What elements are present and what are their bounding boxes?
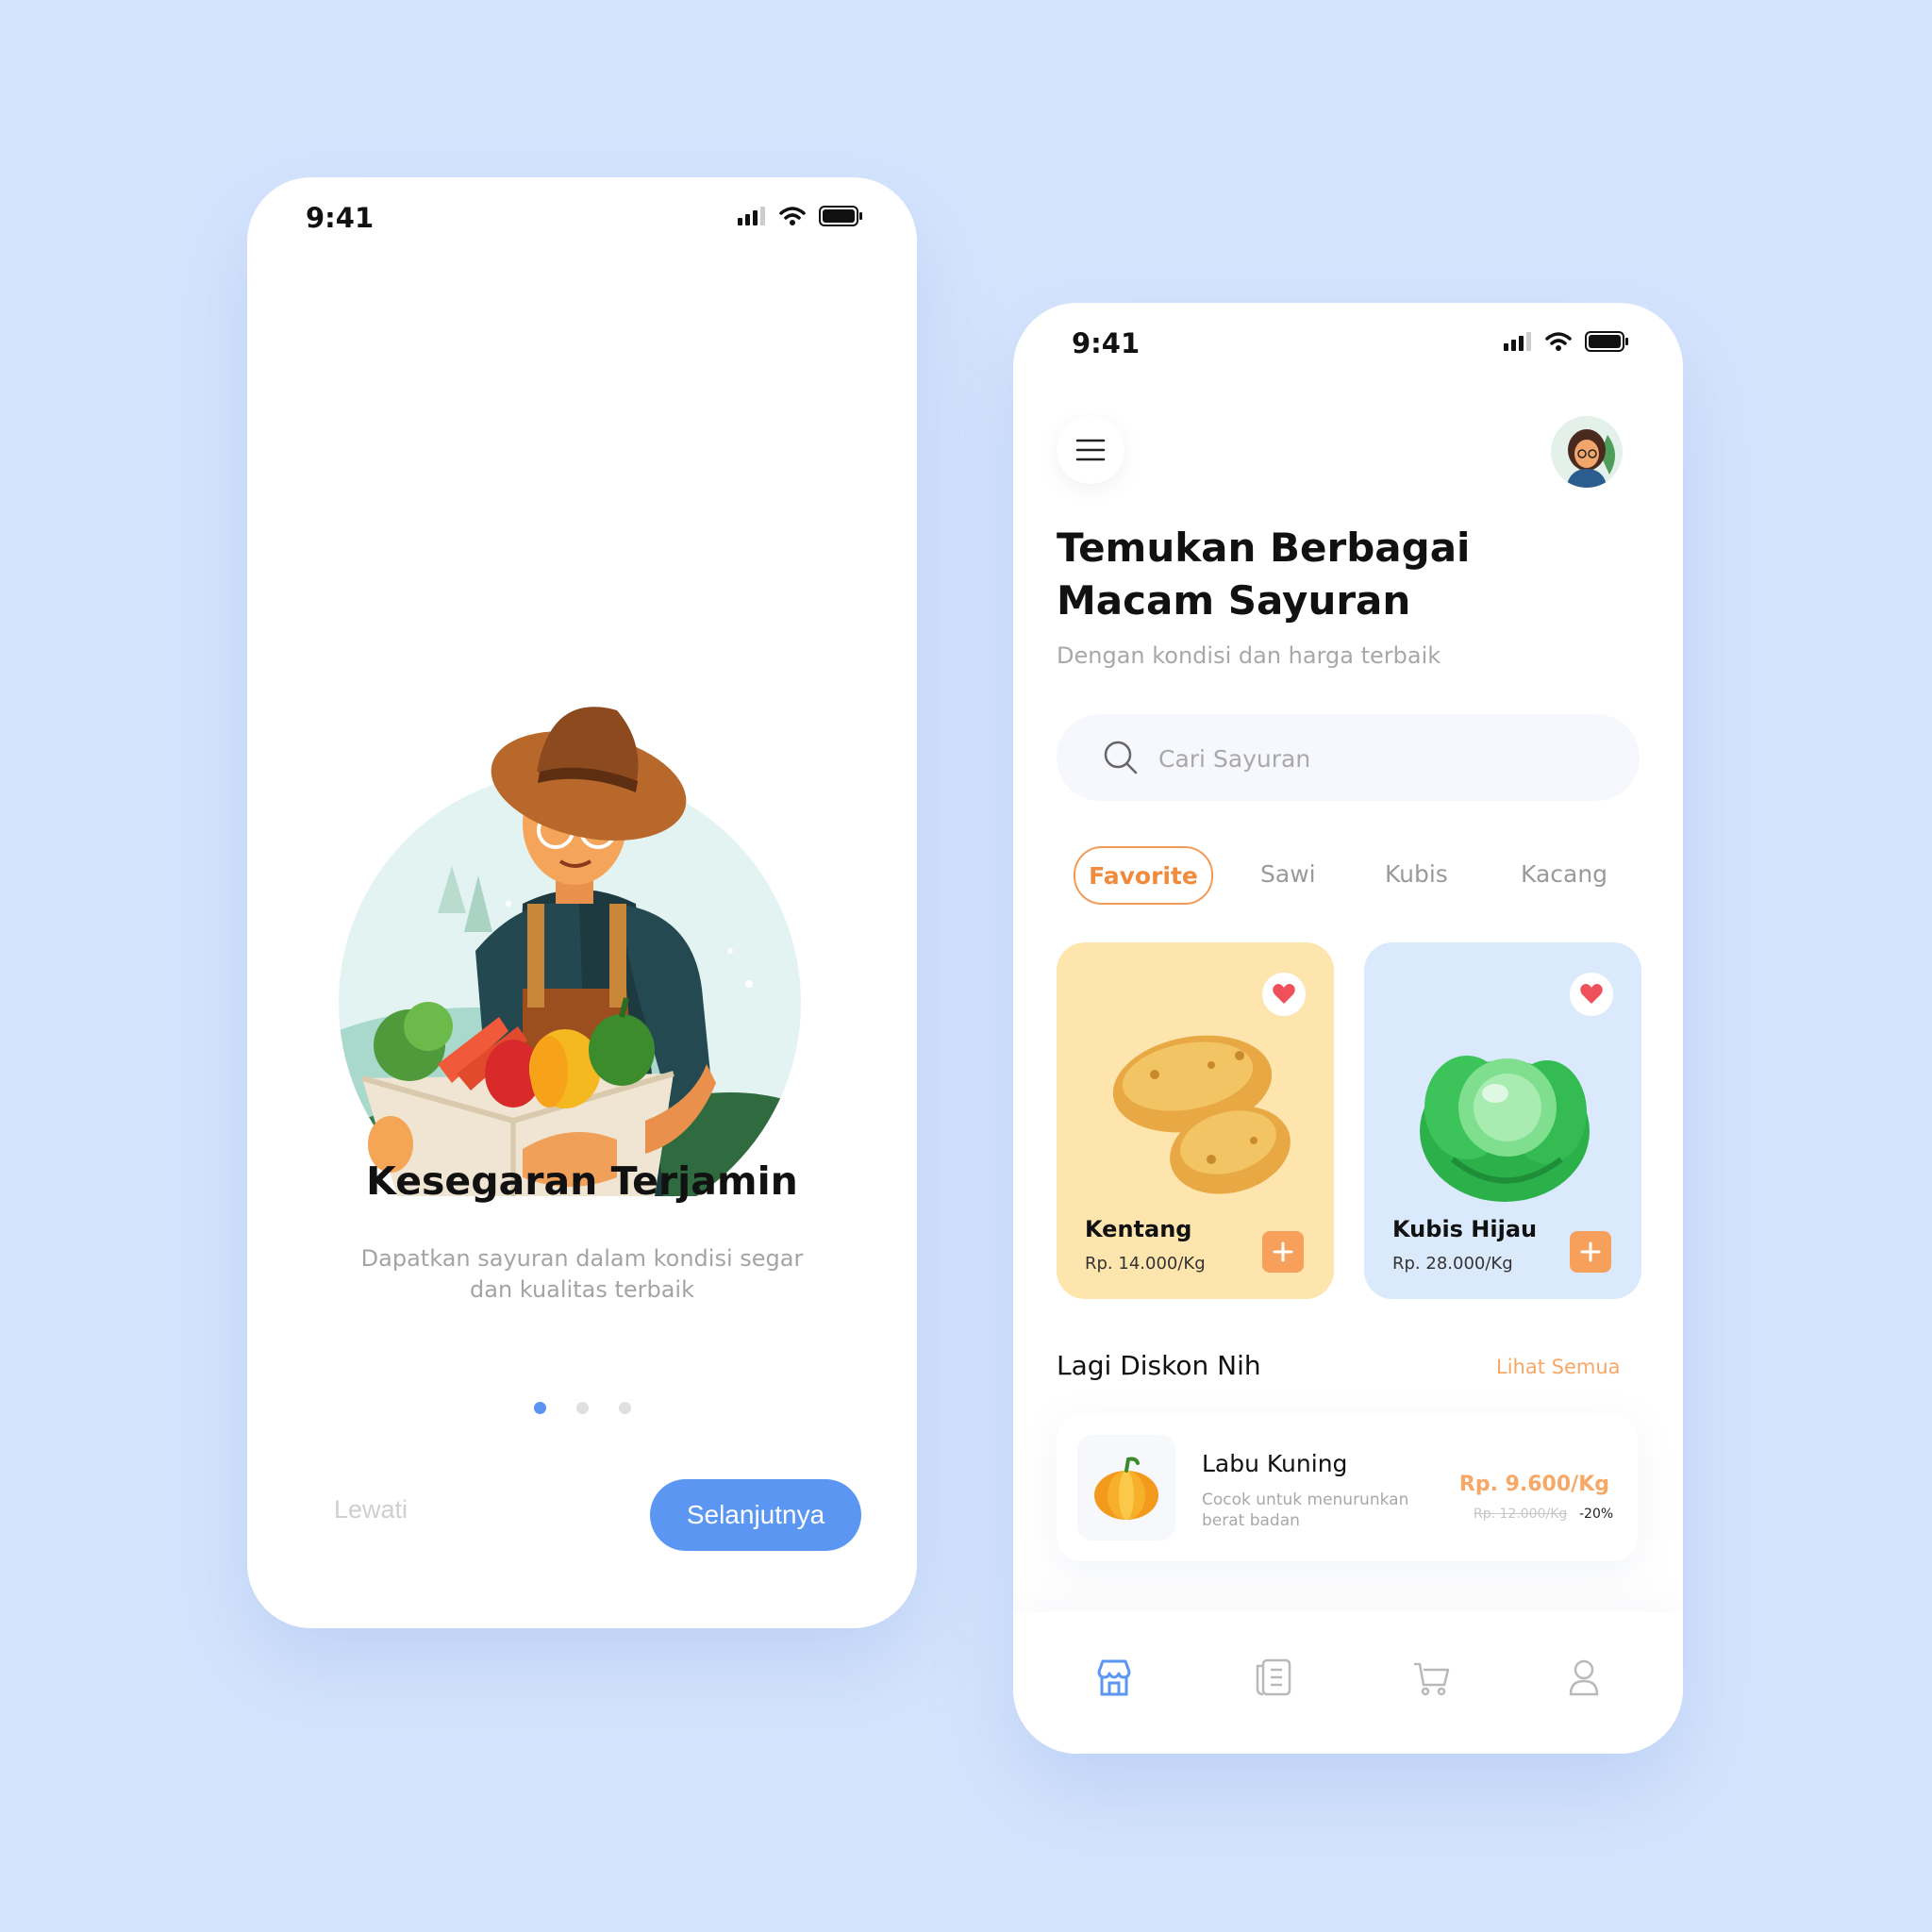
nav-cart[interactable] [1407, 1654, 1455, 1701]
wifi-icon [1545, 332, 1572, 351]
nav-profile[interactable] [1560, 1654, 1607, 1701]
discount-price: Rp. 9.600/Kg [1458, 1473, 1609, 1496]
onboarding-title: Kesegaran Terjamin [366, 1158, 798, 1204]
cabbage-image [1420, 1056, 1590, 1202]
status-time: 9:41 [306, 202, 375, 234]
original-price: Rp. 12.000/Kg [1474, 1507, 1568, 1522]
add-to-cart-button[interactable] [1262, 1231, 1304, 1273]
nav-orders[interactable] [1251, 1654, 1298, 1701]
skip-button[interactable]: Lewati [328, 1494, 413, 1525]
farmer-illustration [339, 707, 801, 1196]
discount-item-description: Cocok untuk menurunkan berat badan [1202, 1491, 1409, 1530]
onboarding-description: Dapatkan sayuran dalam kondisi segar dan… [360, 1245, 804, 1303]
status-bar: 9:41 [247, 177, 917, 262]
page-subtitle: Dengan kondisi dan harga terbaik [1057, 642, 1441, 669]
discount-item[interactable]: Labu Kuning Cocok untuk menurunkan berat… [1057, 1414, 1638, 1561]
cart-icon [1414, 1662, 1450, 1696]
product-card-kentang[interactable]: Kentang Rp. 14.000/Kg [1057, 942, 1334, 1299]
battery-icon [819, 206, 862, 226]
search-bar[interactable] [1057, 714, 1640, 801]
status-time: 9:41 [1072, 327, 1141, 359]
status-icons [1504, 331, 1628, 352]
hamburger-icon [1075, 439, 1106, 461]
plus-icon [1273, 1241, 1293, 1262]
search-input[interactable] [1157, 737, 1613, 780]
store-icon [1097, 1659, 1131, 1696]
status-bar: 9:41 [1013, 303, 1683, 388]
plus-icon [1580, 1241, 1601, 1262]
product-card-kubis-hijau[interactable]: Kubis Hijau Rp. 28.000/Kg [1364, 942, 1641, 1299]
tab-kubis[interactable]: Kubis [1385, 846, 1448, 901]
product-name: Kubis Hijau [1392, 1216, 1538, 1242]
tab-favorite[interactable]: Favorite [1074, 846, 1213, 905]
tab-sawi[interactable]: Sawi [1260, 846, 1316, 901]
see-all-link[interactable]: Lihat Semua [1496, 1356, 1621, 1378]
onboarding-screen: 9:41 Kesegaran Terjamin Dapatkan sayuran… [247, 177, 917, 1628]
product-price: Rp. 28.000/Kg [1392, 1254, 1513, 1274]
heart-icon [1273, 984, 1295, 1004]
add-to-cart-button[interactable] [1570, 1231, 1611, 1273]
nav-store[interactable] [1091, 1654, 1138, 1701]
signal-icon [1504, 332, 1531, 351]
bottom-navigation [1013, 1612, 1683, 1754]
signal-icon [738, 207, 765, 225]
page-dot-1[interactable] [533, 1402, 546, 1414]
product-name: Kentang [1085, 1216, 1192, 1242]
discount-section-title: Lagi Diskon Nih [1057, 1350, 1261, 1381]
home-screen: 9:41 Temukan Berbagai Macam Sayuran Deng… [1013, 303, 1683, 1754]
discount-item-name: Labu Kuning [1202, 1450, 1348, 1477]
product-price: Rp. 14.000/Kg [1085, 1254, 1206, 1274]
next-button[interactable]: Selanjutnya [650, 1479, 861, 1551]
page-dot-2[interactable] [575, 1402, 589, 1414]
potato-image [1112, 1035, 1291, 1194]
page-dot-3[interactable] [618, 1402, 631, 1414]
receipt-icon [1256, 1658, 1291, 1696]
page-indicator [247, 1402, 917, 1414]
battery-icon [1585, 331, 1628, 352]
pumpkin-image [1094, 1457, 1158, 1520]
page-title: Temukan Berbagai Macam Sayuran [1057, 525, 1471, 624]
favorite-button[interactable] [1570, 973, 1613, 1016]
category-tabs: Favorite Sawi Kubis Kacang [1074, 846, 1658, 905]
search-icon [1104, 741, 1138, 774]
pumpkin-thumbnail [1077, 1435, 1175, 1541]
menu-button[interactable] [1057, 416, 1124, 484]
discount-percentage: -20% [1579, 1507, 1614, 1522]
status-icons [738, 206, 862, 226]
favorite-button[interactable] [1262, 973, 1306, 1016]
tab-kacang[interactable]: Kacang [1521, 846, 1607, 901]
heart-icon [1580, 984, 1603, 1004]
user-avatar[interactable] [1551, 416, 1623, 488]
profile-icon [1569, 1659, 1599, 1696]
wifi-icon [779, 207, 806, 225]
